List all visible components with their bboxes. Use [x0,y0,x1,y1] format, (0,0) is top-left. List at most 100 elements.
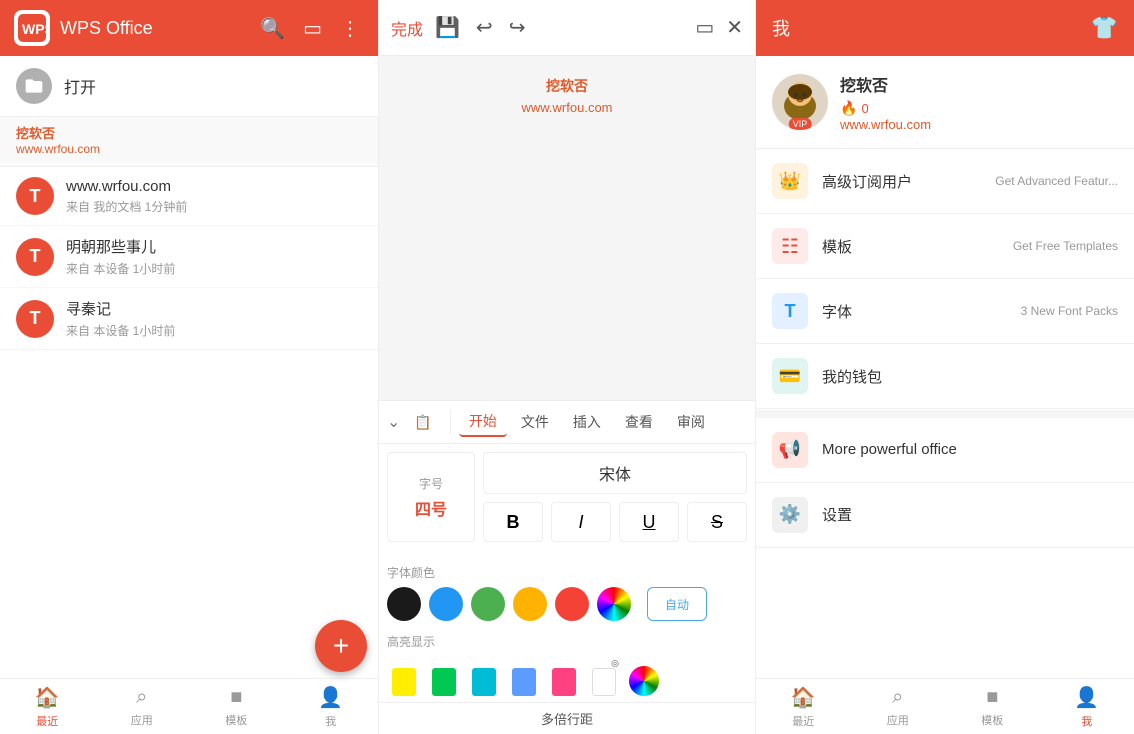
italic-button[interactable]: I [551,502,611,542]
menu-item-subscription[interactable]: 👑 高级订阅用户 Get Advanced Featur... [756,149,1134,214]
nav-item-me[interactable]: 👤 我 [284,679,379,734]
highlight-rainbow[interactable] [627,656,661,696]
wallet-icon: 💳 [772,358,808,394]
list-item[interactable]: T 明朝那些事儿 来自 本设备 1小时前 [0,226,378,288]
color-rainbow[interactable] [597,587,631,621]
open-label: 打开 [64,74,96,98]
copy-icon[interactable]: ▭ [299,12,326,45]
menu-item-fonts[interactable]: T 字体 3 New Font Packs [756,279,1134,344]
doc-watermark: 挖软否 [546,76,588,96]
highlight-pink[interactable] [547,656,581,696]
format-toolbar: ⌄ 📋 开始 文件 插入 查看 审阅 [379,400,755,444]
menu-item-wallet[interactable]: 💳 我的钱包 [756,344,1134,409]
file-meta: 来自 本设备 1小时前 [66,260,362,277]
separator [450,410,451,434]
font-name-box[interactable]: 宋体 [483,452,747,494]
profile-section: VIP 挖软否 🔥 0 www.wrfou.com [756,56,1134,149]
shirt-icon[interactable]: 👕 [1091,15,1118,41]
nav-item-apps[interactable]: ⌕ 应用 [95,679,190,734]
color-green[interactable] [471,587,505,621]
file-list: T www.wrfou.com 来自 我的文档 1分钟前 T 明朝那些事儿 来自… [0,167,378,678]
open-row[interactable]: 打开 [0,56,378,117]
highlight-white[interactable]: ◎ [587,656,621,696]
menu-label-templates: 模板 [822,236,999,257]
crown-icon: 👑 [772,163,808,199]
svg-text:WPS: WPS [22,21,46,37]
toolbar-right: ▭ ✕ [691,11,743,44]
color-yellow[interactable] [513,587,547,621]
color-blue[interactable] [429,587,463,621]
megaphone-icon: 📢 [772,432,808,468]
file-info: 寻秦记 来自 本设备 1小时前 [66,298,362,339]
right-nav-templates[interactable]: ■ 模板 [945,679,1040,734]
right-title: 我 [772,15,1091,41]
highlight-teal[interactable] [467,656,501,696]
nav-label-me: 我 [325,713,336,729]
tab-file[interactable]: 文件 [511,408,559,436]
toolbar-left: 完成 💾 ↩ ↪ [391,11,529,44]
right-panel: 我 👕 VIP 挖软否 [756,0,1134,734]
menu-item-templates[interactable]: ☷ 模板 Get Free Templates [756,214,1134,279]
vip-badge: VIP [789,118,812,130]
right-nav-label-apps: 应用 [887,712,909,728]
font-size-val: 四号 [415,496,447,520]
watermark-url: www.wrfou.com [16,142,362,156]
list-item[interactable]: T www.wrfou.com 来自 我的文档 1分钟前 [0,167,378,226]
underline-button[interactable]: U [619,502,679,542]
menu-list: 👑 高级订阅用户 Get Advanced Featur... ☷ 模板 Get… [756,149,1134,410]
tab-insert[interactable]: 插入 [563,408,611,436]
highlight-yellow[interactable] [387,656,421,696]
tab-review[interactable]: 审阅 [667,408,715,436]
divider [756,410,1134,418]
search-icon[interactable]: 🔍 [256,12,289,45]
file-name: www.wrfou.com [66,178,362,195]
highlight-green[interactable] [427,656,461,696]
file-info: www.wrfou.com 来自 我的文档 1分钟前 [66,178,362,215]
nav-label-templates: 模板 [225,712,247,728]
menu-label-subscription: 高级订阅用户 [822,171,981,192]
done-button[interactable]: 完成 [391,16,423,40]
user-icon: 👤 [318,685,343,710]
tab-start[interactable]: 开始 [459,407,507,437]
settings-icon: ⚙️ [772,497,808,533]
color-red[interactable] [555,587,589,621]
nav-label-apps: 应用 [131,712,153,728]
more-icon[interactable]: ⋮ [336,12,364,45]
highlight-blue[interactable] [507,656,541,696]
tab-view[interactable]: 查看 [615,408,663,436]
menu-right-subscription: Get Advanced Featur... [995,174,1118,188]
menu-right-templates: Get Free Templates [1013,239,1118,253]
collapse-icon[interactable]: ⌄ [387,412,400,432]
left-panel: WPS WPS Office 🔍 ▭ ⋮ 打开 挖软否 www.wrfou.co… [0,0,378,734]
watermark-row: 挖软否 www.wrfou.com [0,117,378,167]
middle-toolbar: 完成 💾 ↩ ↪ ▭ ✕ [379,0,755,56]
bold-button[interactable]: B [483,502,543,542]
color-auto-button[interactable]: 自动 [647,587,707,621]
undo-icon[interactable]: ↩ [472,11,497,44]
list-item[interactable]: T 寻秦记 来自 本设备 1小时前 [0,288,378,350]
menu-label-fonts: 字体 [822,301,1007,322]
nav-item-templates[interactable]: ■ 模板 [189,679,284,734]
fullscreen-icon[interactable]: ▭ [691,11,718,44]
menu-list-2: 📢 More powerful office ⚙️ 设置 [756,418,1134,679]
save-icon[interactable]: 💾 [431,11,464,44]
menu-item-more-power[interactable]: 📢 More powerful office [756,418,1134,483]
color-black[interactable] [387,587,421,621]
color-section: 字体颜色 自动 [379,558,755,627]
right-nav-apps[interactable]: ⌕ 应用 [851,679,946,734]
right-nav-me[interactable]: 👤 我 [1040,679,1134,734]
app-title: WPS Office [60,18,246,39]
middle-panel: 完成 💾 ↩ ↪ ▭ ✕ 挖软否 www.wrfou.com ⌄ 📋 开始 文件… [378,0,756,734]
menu-item-settings[interactable]: ⚙️ 设置 [756,483,1134,548]
nav-item-recent[interactable]: 🏠 最近 [0,679,95,734]
format-btn-clip[interactable]: 📋 [404,410,441,435]
user-icon-right: 👤 [1074,685,1099,710]
strikethrough-button[interactable]: S [687,502,747,542]
redo-icon[interactable]: ↪ [505,11,530,44]
fab-add-button[interactable]: + [315,620,367,672]
right-nav-recent[interactable]: 🏠 最近 [756,679,851,734]
font-style-row: B I U S [483,502,747,542]
avatar: T [16,177,54,215]
profile-avatar: VIP [772,74,828,130]
close-icon[interactable]: ✕ [726,15,743,40]
